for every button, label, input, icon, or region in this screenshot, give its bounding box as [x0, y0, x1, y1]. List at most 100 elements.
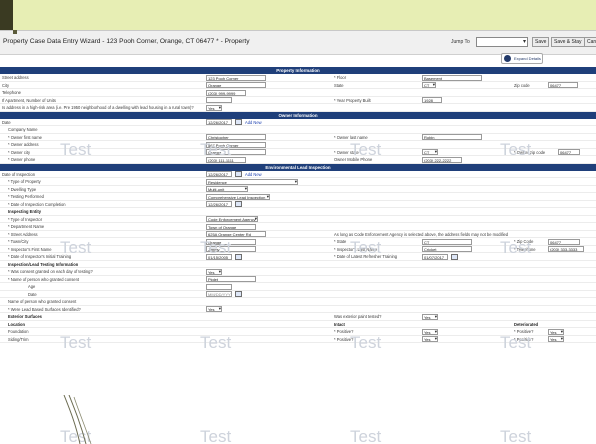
- slide-decorative-lines: [63, 395, 92, 444]
- department-label: * Department Name: [8, 224, 45, 229]
- form-row: Name of person who granted consent: [0, 298, 596, 306]
- floor-field[interactable]: Basement: [422, 74, 482, 81]
- consent-date-field[interactable]: MM/DD/YYYY: [206, 291, 232, 297]
- owner-date-field[interactable]: 12/26/2017: [206, 119, 232, 125]
- calendar-icon[interactable]: [235, 119, 242, 125]
- dwelling-type-label: * Dwelling Type: [8, 186, 37, 192]
- save-button[interactable]: Save: [532, 37, 550, 47]
- inspection-state-label: * State: [334, 239, 347, 244]
- cancel-button[interactable]: Canc: [584, 37, 596, 47]
- expand-details-button[interactable]: Expand Details: [501, 53, 543, 64]
- inspector-first-label: * Inspector's First Name: [8, 246, 52, 252]
- intact-positive-value: Yes: [424, 337, 431, 342]
- owner-zip-field[interactable]: 06477: [558, 149, 580, 155]
- section-header-property: Property Information: [0, 67, 596, 74]
- watermark-text: Test: [500, 333, 532, 352]
- consent-select[interactable]: Yes ▾: [206, 268, 222, 275]
- inspection-date-field[interactable]: 12/26/2017: [206, 171, 232, 177]
- deteriorated-positive-value: Yes: [550, 337, 557, 342]
- save-and-stay-button[interactable]: Save & Stay: [551, 37, 585, 47]
- intact-positive-select[interactable]: Yes ▾: [422, 336, 438, 342]
- chevron-down-icon: ▾: [244, 186, 247, 191]
- owner-last-field[interactable]: Robin: [422, 134, 482, 140]
- owner-mobile-field[interactable]: (203) 222-2222: [422, 156, 462, 163]
- calendar-icon[interactable]: [235, 201, 242, 207]
- form-row: Age: [0, 283, 596, 291]
- chevron-down-icon: ▾: [560, 328, 563, 334]
- calendar-icon[interactable]: [235, 253, 242, 260]
- dwelling-type-select[interactable]: Multi-unit ▾: [206, 186, 248, 192]
- testing-performed-select[interactable]: Comprehensive Lead Inspection ▾: [206, 193, 270, 200]
- street-field[interactable]: 123 Pooh Corner: [206, 74, 266, 81]
- age-field[interactable]: [206, 283, 232, 290]
- slide-corner-mark: [13, 30, 17, 34]
- window-titlebar: Property Case Data Entry Wizard - 123 Po…: [0, 31, 596, 55]
- inspection-zip-field[interactable]: 06477: [548, 238, 580, 245]
- watermark-text: Test: [500, 238, 532, 257]
- deteriorated-positive-select[interactable]: Yes ▾: [548, 328, 564, 335]
- expand-details-label: Expand Details: [514, 56, 541, 61]
- owner-state-select[interactable]: CT ▾: [422, 149, 438, 155]
- inspection-street-field[interactable]: 625A Orange Center Rd: [206, 231, 266, 237]
- high-risk-select[interactable]: Yes ▾: [206, 104, 222, 111]
- inspection-add-new-link[interactable]: Add New: [245, 171, 262, 178]
- consent-name-field[interactable]: Piglet: [206, 276, 256, 282]
- inspector-phone-field[interactable]: (203) 333-3333: [548, 246, 584, 252]
- form-row: Company Name: [0, 126, 596, 134]
- jump-to-select[interactable]: ▾: [476, 37, 528, 47]
- state-select[interactable]: CT ▾: [422, 82, 436, 88]
- section-header-owner: Owner Information: [0, 111, 596, 119]
- chevron-down-icon: ▾: [434, 313, 437, 319]
- watermark-text: Test: [200, 238, 232, 257]
- form-row: * Was consent granted on each day of tes…: [0, 268, 596, 276]
- form-row: Date of Inspection 12/26/2017 Add New: [0, 171, 596, 178]
- form-row: Street address 123 Pooh Corner * Floor B…: [0, 74, 596, 82]
- slide-top-band: [13, 0, 596, 30]
- table-header-row: Location Intact Deteriorated: [0, 321, 596, 328]
- intact-positive-select[interactable]: Yes ▾: [422, 328, 438, 335]
- owner-phone-label: * Owner phone: [8, 157, 36, 162]
- year-built-label: * Year Property Built: [334, 97, 371, 103]
- units-field[interactable]: [206, 97, 232, 103]
- chevron-down-icon: ▾: [434, 328, 437, 334]
- chevron-down-icon: ▾: [434, 336, 437, 341]
- inspecting-entity-heading: Inspecting Entity: [8, 209, 41, 214]
- testing-performed-value: Comprehensive Lead Inspection: [208, 194, 266, 200]
- department-field[interactable]: Town of Orange: [206, 223, 256, 230]
- form-row: City Orange State CT ▾ Zip code 06477: [0, 82, 596, 89]
- inspector-type-select[interactable]: Code Enforcement Agency ▾: [206, 216, 258, 222]
- watermark-text: Test: [500, 427, 532, 444]
- year-built-field[interactable]: 1928: [422, 97, 442, 103]
- high-risk-value: Yes: [208, 105, 215, 111]
- calendar-icon[interactable]: [235, 171, 242, 177]
- owner-address-label: * Owner address: [8, 142, 39, 147]
- telephone-field[interactable]: (203) 999-9999: [206, 89, 246, 96]
- zip-field[interactable]: 06477: [548, 82, 578, 88]
- form-row: * Name of person who granted consent Pig…: [0, 276, 596, 283]
- intact-positive-value: Yes: [424, 329, 431, 335]
- type-property-select[interactable]: Residence ▾: [206, 178, 298, 185]
- completion-date-field[interactable]: 12/26/2017: [206, 201, 232, 207]
- deteriorated-positive-select[interactable]: Yes ▾: [548, 336, 564, 342]
- company-label: Company Name: [8, 127, 38, 132]
- inspection-street-label: * Street Address: [8, 231, 38, 237]
- calendar-icon[interactable]: [235, 291, 242, 297]
- form-row: Inspection/Lead Testing Information: [0, 261, 596, 268]
- inspector-last-field[interactable]: Cricket: [422, 246, 472, 252]
- inspection-state-field[interactable]: CT: [422, 238, 472, 245]
- watermark-text: Test: [350, 238, 382, 257]
- window-title: Property Case Data Entry Wizard - 123 Po…: [3, 38, 250, 45]
- city-field[interactable]: Orange: [206, 82, 266, 88]
- form-row: Date 12/26/2017 Add New: [0, 119, 596, 126]
- form-row: Is address in a high-risk area (i.e. Pre…: [0, 104, 596, 112]
- chevron-down-icon: ▾: [218, 268, 221, 274]
- data-entry-form: Property Information Street address 123 …: [0, 67, 596, 343]
- section-title: Property Information: [276, 68, 320, 73]
- surfaces-identified-select[interactable]: Yes ▾: [206, 306, 222, 312]
- exterior-paint-select[interactable]: Yes ▾: [422, 313, 438, 320]
- wizard-screenshot: Property Case Data Entry Wizard - 123 Po…: [0, 30, 596, 444]
- owner-add-new-link[interactable]: Add New: [245, 119, 262, 126]
- calendar-icon[interactable]: [451, 253, 458, 260]
- testing-performed-label: * Testing Performed: [8, 194, 44, 199]
- refresher-training-field[interactable]: 01/07/2017: [422, 253, 448, 260]
